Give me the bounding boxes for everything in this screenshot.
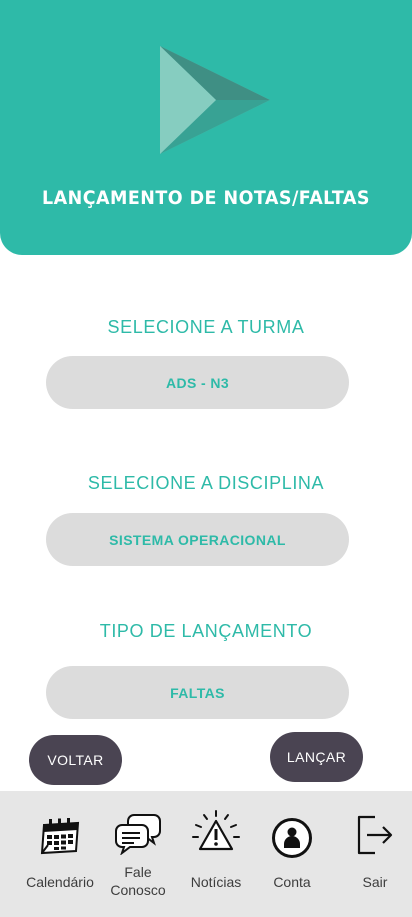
- page-title: LANÇAMENTO DE NOTAS/FALTAS: [42, 187, 370, 209]
- play-triangle-logo-icon: [160, 46, 270, 154]
- chat-bubbles-icon: [115, 814, 161, 855]
- alert-notice-icon: [192, 810, 240, 851]
- nav-label-calendario: Calendário: [26, 874, 94, 890]
- tipo-lancamento-select[interactable]: FALTAS: [46, 666, 349, 719]
- nav-label-conta: Conta: [273, 874, 311, 890]
- nav-label-fale-conosco: Fale Conosco: [110, 864, 166, 898]
- nav-item-conta[interactable]: Conta: [258, 791, 326, 917]
- logout-icon: [357, 815, 393, 855]
- disciplina-label: SELECIONE A DISCIPLINA: [87, 473, 325, 493]
- nav-item-fale-conosco[interactable]: Fale Conosco: [102, 791, 174, 917]
- bottom-nav: Calendário Fale Conosco Notícias Conta S…: [0, 791, 412, 917]
- user-account-icon: [272, 818, 312, 858]
- submit-button[interactable]: LANÇAR: [270, 732, 363, 782]
- turma-select[interactable]: ADS - N3: [46, 356, 349, 409]
- app-header: LANÇAMENTO DE NOTAS/FALTAS: [0, 0, 412, 255]
- nav-label-sair: Sair: [362, 874, 388, 890]
- nav-item-calendario[interactable]: Calendário: [18, 791, 102, 917]
- turma-label: SELECIONE A TURMA: [107, 317, 305, 337]
- calendar-icon: [40, 818, 80, 855]
- nav-item-noticias[interactable]: Notícias: [180, 791, 252, 917]
- tipo-lancamento-label: TIPO DE LANÇAMENTO: [99, 621, 313, 641]
- back-button[interactable]: VOLTAR: [29, 735, 122, 785]
- nav-label-noticias: Notícias: [190, 874, 242, 890]
- nav-item-sair[interactable]: Sair: [340, 791, 410, 917]
- disciplina-select[interactable]: SISTEMA OPERACIONAL: [46, 513, 349, 566]
